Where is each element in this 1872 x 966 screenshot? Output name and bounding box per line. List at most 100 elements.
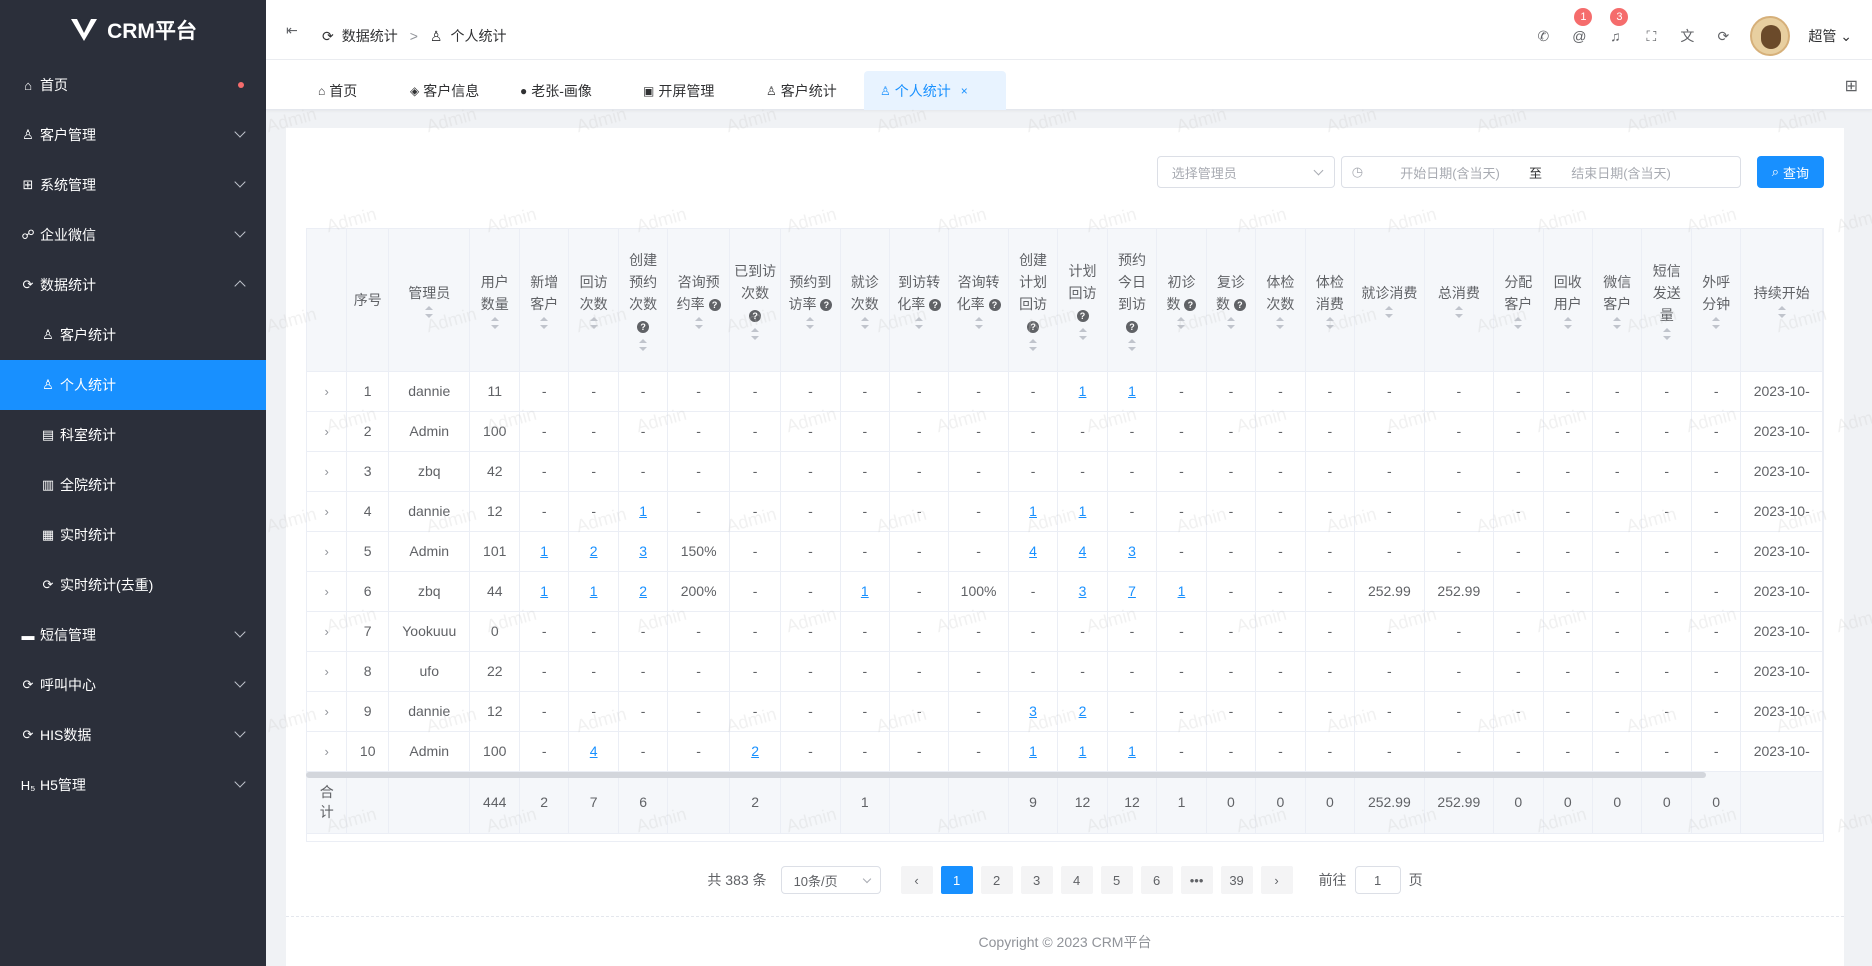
cell-link[interactable]: 1 (639, 503, 647, 519)
column-header[interactable]: 新增客户 (519, 229, 570, 372)
sidebar-item-3[interactable]: ☍ 企业微信 (0, 210, 266, 260)
column-header[interactable]: 回收用户 (1543, 229, 1594, 372)
expand-cell[interactable]: › (307, 371, 348, 412)
sort-icon[interactable] (1078, 327, 1087, 340)
page-button[interactable]: 3 (1020, 866, 1053, 894)
expand-cell[interactable]: › (307, 731, 348, 772)
sidebar-item-14[interactable]: H₅ H5管理 (0, 760, 266, 810)
column-header[interactable]: 体检次数 (1255, 229, 1306, 372)
cell-link[interactable]: 1 (1128, 383, 1136, 399)
column-header[interactable]: 微信客户 (1592, 229, 1643, 372)
expand-cell[interactable]: › (307, 611, 348, 652)
help-icon[interactable]: ? (637, 321, 650, 334)
stats-table-container[interactable]: 序号 管理员 用户数量 新增客户 回访次数 创建预约次数 ? 咨询预约率 ? 已到访次数 ? 预… (306, 228, 1824, 842)
column-header[interactable]: 持续开始 (1740, 229, 1823, 372)
cell-link[interactable]: 1 (1178, 583, 1186, 599)
cell-link[interactable]: 7 (1128, 583, 1136, 599)
expand-cell[interactable]: › (307, 411, 348, 452)
sort-icon[interactable] (490, 316, 499, 329)
cell-link[interactable]: 3 (639, 543, 647, 559)
fold-menu-icon[interactable]: ⇤ (286, 22, 298, 39)
help-icon[interactable]: ? (1076, 310, 1089, 323)
query-button[interactable]: ⌕ 查询 (1756, 156, 1824, 188)
expand-row-icon[interactable]: › (325, 664, 329, 679)
sidebar-item-12[interactable]: ⟳ 呼叫中心 (0, 660, 266, 710)
phone-icon[interactable]: ✆ (1534, 28, 1552, 45)
translate-icon[interactable]: 文 (1678, 26, 1696, 46)
column-header[interactable]: 已到访次数 ? (729, 229, 782, 372)
app-logo[interactable]: CRM平台 (0, 0, 266, 60)
column-header[interactable]: 短信发送量 (1641, 229, 1692, 372)
start-date-input[interactable]: 开始日期(含当天) (1381, 163, 1519, 182)
cell-link[interactable]: 2 (751, 743, 759, 759)
cell-link[interactable]: 1 (540, 543, 548, 559)
column-header[interactable]: 总消费 (1424, 229, 1495, 372)
tab-personal-stats[interactable]: ♙ 个人统计 × (864, 71, 1006, 110)
help-icon[interactable]: ? (1126, 321, 1138, 334)
sort-icon[interactable] (1226, 316, 1235, 329)
cell-link[interactable]: 1 (1079, 383, 1087, 399)
sidebar-item-7[interactable]: ▤ 科室统计 (0, 410, 266, 460)
expand-cell[interactable]: › (307, 691, 348, 732)
page-button[interactable]: 39 (1220, 866, 1253, 894)
expand-cell[interactable]: › (307, 651, 348, 692)
sort-icon[interactable] (1029, 338, 1038, 351)
cell-link[interactable]: 1 (1079, 503, 1087, 519)
goto-page-input[interactable]: 1 (1354, 866, 1401, 894)
expand-cell[interactable]: › (307, 491, 348, 532)
expand-row-icon[interactable]: › (325, 584, 329, 599)
tab-portrait[interactable]: ● 老张-画像 (504, 71, 608, 110)
sort-icon[interactable] (1325, 316, 1334, 329)
cell-link[interactable]: 1 (1029, 743, 1037, 759)
sort-icon[interactable] (860, 316, 869, 329)
page-button[interactable]: 6 (1140, 866, 1173, 894)
page-button[interactable]: 1 (940, 866, 973, 894)
column-header[interactable]: 用户数量 (469, 229, 520, 372)
fullscreen-icon[interactable]: ⛶ (1642, 28, 1660, 45)
breadcrumb-item-stats[interactable]: 数据统计 (342, 26, 398, 46)
bell-icon[interactable]: ♫ 3 (1606, 8, 1629, 44)
column-header[interactable]: 管理员 (388, 229, 471, 372)
cell-link[interactable]: 1 (1079, 743, 1087, 759)
cell-link[interactable]: 1 (1029, 503, 1037, 519)
expand-row-icon[interactable]: › (325, 504, 329, 519)
cell-link[interactable]: 2 (639, 583, 647, 599)
column-header[interactable]: 分配客户 (1493, 229, 1544, 372)
sort-icon[interactable] (1613, 316, 1622, 329)
column-header[interactable]: 创建预约次数 ? (618, 229, 669, 372)
expand-row-icon[interactable]: › (325, 544, 329, 559)
expand-row-icon[interactable]: › (325, 624, 329, 639)
page-button[interactable]: ••• (1180, 866, 1213, 894)
sort-icon[interactable] (1454, 305, 1463, 318)
cell-link[interactable]: 4 (1029, 543, 1037, 559)
at-icon[interactable]: @1 (1570, 8, 1593, 44)
column-header[interactable]: 到访转化率 ? (889, 229, 950, 372)
refresh-icon[interactable]: ⟳ (1714, 28, 1732, 45)
sort-icon[interactable] (751, 327, 760, 340)
page-button[interactable]: 2 (980, 866, 1013, 894)
column-header[interactable]: 复诊数 ? (1206, 229, 1257, 372)
sidebar-item-11[interactable]: ▬ 短信管理 (0, 610, 266, 660)
apps-grid-icon[interactable]: ⊞ (1845, 76, 1858, 96)
prev-page-button[interactable]: ‹ (900, 866, 933, 894)
expand-cell[interactable]: › (307, 451, 348, 492)
sidebar-item-1[interactable]: ♙ 客户管理 (0, 110, 266, 160)
cell-link[interactable]: 3 (1128, 543, 1136, 559)
next-page-button[interactable]: › (1260, 866, 1293, 894)
help-icon[interactable]: ? (749, 310, 762, 323)
column-header[interactable]: 创建计划回访 ? (1008, 229, 1059, 372)
close-icon[interactable]: × (961, 84, 968, 98)
sort-icon[interactable] (425, 305, 434, 318)
help-icon[interactable]: ? (820, 299, 833, 312)
expand-row-icon[interactable]: › (325, 704, 329, 719)
column-header[interactable]: 咨询预约率 ? (667, 229, 730, 372)
help-icon[interactable]: ? (929, 299, 942, 312)
sidebar-item-9[interactable]: ▦ 实时统计 (0, 510, 266, 560)
sidebar-item-5[interactable]: ♙ 客户统计 (0, 310, 266, 360)
help-icon[interactable]: ? (1233, 299, 1246, 312)
page-size-select[interactable]: 10条/页 (780, 866, 881, 894)
sort-icon[interactable] (1712, 316, 1721, 329)
column-header[interactable]: 回访次数 (568, 229, 619, 372)
tab-splash[interactable]: ▣ 开屏管理 (627, 71, 730, 110)
column-header[interactable]: 体检消费 (1305, 229, 1356, 372)
